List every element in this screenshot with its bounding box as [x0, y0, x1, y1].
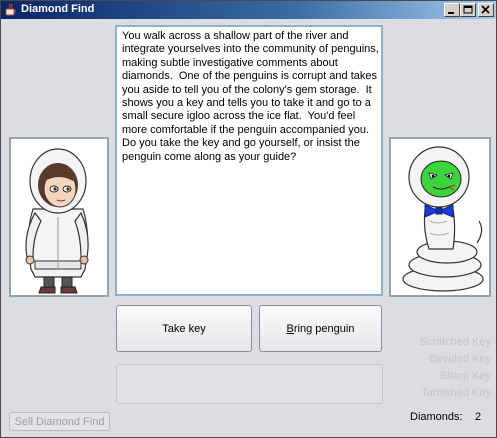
- close-icon: [481, 5, 490, 14]
- minimize-button[interactable]: [444, 3, 460, 17]
- take-key-label: Take key: [162, 322, 206, 335]
- window-title: Diamond Find: [21, 3, 95, 15]
- java-cup-icon: [4, 3, 18, 17]
- minimize-icon: [448, 12, 454, 14]
- story-text: You walk across a shallow part of the ri…: [122, 30, 382, 163]
- maximize-icon: [463, 5, 473, 14]
- snake-character-image: [402, 146, 484, 292]
- key-item-sharp: Sharp Key: [439, 370, 491, 382]
- player-portrait: [9, 137, 109, 297]
- player-character-image: [25, 148, 89, 294]
- take-key-button[interactable]: Take key: [116, 305, 252, 352]
- bring-penguin-mnemonic: B: [286, 322, 294, 335]
- key-item-tarnished: Tarnished Key: [421, 387, 491, 399]
- sell-diamond-find-label: Sell Diamond Find: [14, 415, 105, 428]
- npc-portrait: [389, 137, 491, 297]
- bring-penguin-rest: ring penguin: [293, 322, 355, 335]
- bring-penguin-button[interactable]: Bring penguin: [259, 305, 382, 352]
- key-inventory: Scratched Key Beveled Key Sharp Key Tarn…: [405, 334, 491, 402]
- sell-diamond-find-button[interactable]: Sell Diamond Find: [9, 412, 110, 431]
- maximize-button[interactable]: [460, 3, 476, 17]
- third-choice-button[interactable]: [116, 364, 383, 404]
- diamonds-count: 2: [475, 411, 482, 423]
- title-bar[interactable]: Diamond Find: [1, 1, 496, 19]
- close-button[interactable]: [478, 3, 494, 17]
- bring-penguin-label: Bring penguin: [287, 323, 355, 335]
- key-item-scratched: Scratched Key: [419, 336, 491, 348]
- key-item-beveled: Beveled Key: [429, 353, 491, 365]
- app-window: Diamond Find You walk across a shallow p…: [0, 0, 497, 438]
- story-panel: You walk across a shallow part of the ri…: [115, 25, 383, 296]
- diamonds-label: Diamonds:: [410, 411, 463, 423]
